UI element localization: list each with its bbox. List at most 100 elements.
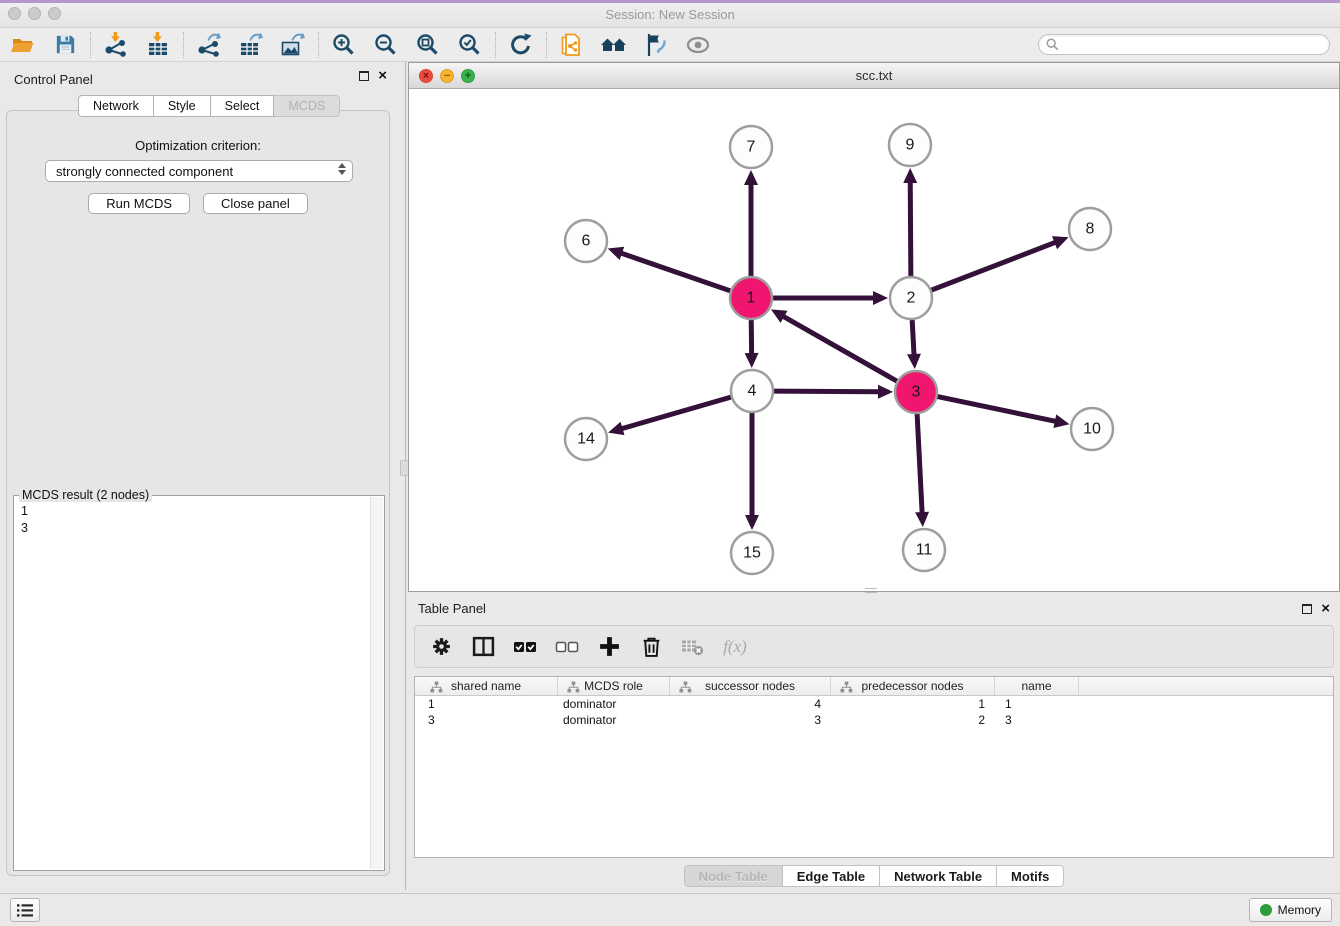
float-panel-icon[interactable] [359,71,369,81]
toolbar-separator [546,32,547,58]
style-preview-button[interactable] [635,30,677,60]
table-cell[interactable]: 3 [995,712,1079,728]
toolbar-search-field[interactable] [1038,34,1330,55]
column-header-shared-name[interactable]: shared name [415,677,558,695]
delete-table-button[interactable] [679,633,707,661]
network-window-titlebar[interactable]: × − + scc.txt [409,63,1339,89]
graph-node-7[interactable]: 7 [730,126,772,168]
tab-select[interactable]: Select [211,95,275,117]
mcds-result-scrollbar[interactable] [370,497,383,869]
column-header-name[interactable]: name [995,677,1079,695]
tab-mcds[interactable]: MCDS [274,95,340,117]
column-header-predecessor-nodes[interactable]: predecessor nodes [831,677,995,695]
table-settings-button[interactable] [427,633,455,661]
tab-style[interactable]: Style [154,95,211,117]
edge-arrowhead [907,354,921,369]
window-titlebar: Session: New Session [0,0,1340,28]
graph-edge-3-10[interactable] [938,397,1070,429]
deselect-all-columns-button[interactable] [553,633,581,661]
graph-edge-4-15[interactable] [745,413,759,530]
tab-network-table[interactable]: Network Table [880,865,997,887]
zoom-fit-button[interactable] [407,30,449,60]
graph-edge-2-9[interactable] [903,168,917,276]
graph-node-4[interactable]: 4 [731,370,773,412]
save-session-button[interactable] [44,30,86,60]
split-view-button[interactable] [469,633,497,661]
graph-node-10[interactable]: 10 [1071,408,1113,450]
table-cell[interactable]: 2 [831,712,995,728]
import-network-button[interactable] [95,30,137,60]
memory-button[interactable]: Memory [1249,898,1332,922]
table-cell[interactable]: 3 [415,712,558,728]
frame-resize-handle[interactable] [865,588,877,593]
graph-edge-1-6[interactable] [608,247,730,291]
open-session-button[interactable] [2,30,44,60]
control-panel: Control Panel × NetworkStyleSelectMCDS O… [0,62,397,878]
edge-arrowhead [608,422,624,435]
graph-node-11[interactable]: 11 [903,529,945,571]
delete-column-button[interactable] [637,633,665,661]
select-all-columns-button[interactable] [511,633,539,661]
graph-edge-2-8[interactable] [932,236,1069,290]
zoom-out-button[interactable] [365,30,407,60]
tab-motifs[interactable]: Motifs [997,865,1064,887]
table-cell[interactable]: 1 [415,696,558,712]
import-table-icon [145,32,171,58]
graph-node-14[interactable]: 14 [565,418,607,460]
memory-status-dot [1260,904,1272,916]
graph-node-6[interactable]: 6 [565,220,607,262]
table-cell[interactable]: 3 [670,712,831,728]
tab-node-table[interactable]: Node Table [684,865,783,887]
criterion-dropdown[interactable]: strongly connected component [45,160,353,182]
task-history-button[interactable] [10,898,40,922]
apply-layout-button[interactable] [500,30,542,60]
table-cell[interactable]: 1 [995,696,1079,712]
table-cell[interactable]: dominator [558,712,670,728]
graph-edge-1-2[interactable] [773,291,888,305]
graph-node-2[interactable]: 2 [890,277,932,319]
node-label: 3 [912,384,921,401]
edge-arrowhead [1053,414,1069,428]
graph-edge-3-1[interactable] [771,309,897,381]
graph-edge-1-7[interactable] [744,170,758,276]
close-table-panel-icon[interactable]: × [1321,604,1330,614]
table-cell[interactable]: 4 [670,696,831,712]
graph-node-9[interactable]: 9 [889,124,931,166]
column-header-MCDS-role[interactable]: MCDS role [558,677,670,695]
graph-node-8[interactable]: 8 [1069,208,1111,250]
export-network-button[interactable] [188,30,230,60]
graph-edge-4-14[interactable] [608,397,731,435]
export-table-button[interactable] [230,30,272,60]
table-cell[interactable]: 1 [831,696,995,712]
table-row[interactable]: 3dominator323 [415,712,1333,728]
graph-edge-1-4[interactable] [745,320,759,368]
show-hide-button[interactable] [677,30,719,60]
float-table-panel-icon[interactable] [1302,604,1312,614]
home-button[interactable] [593,30,635,60]
network-canvas[interactable]: 7 9 6 8 1 2 4 3 14 10 15 11 [409,89,1339,591]
table-row[interactable]: 1dominator411 [415,696,1333,712]
search-input[interactable] [1059,36,1329,53]
table-cell[interactable]: dominator [558,696,670,712]
function-builder-button[interactable]: f(x) [721,633,749,661]
import-table-button[interactable] [137,30,179,60]
close-panel-button[interactable]: Close panel [203,193,308,214]
zoom-selected-button[interactable] [449,30,491,60]
graph-edge-2-3[interactable] [907,320,921,369]
network-file-button[interactable] [551,30,593,60]
graph-edge-3-11[interactable] [915,414,929,527]
graph-node-1[interactable]: 1 [730,277,772,319]
graph-node-3[interactable]: 3 [895,371,937,413]
tab-network[interactable]: Network [78,95,154,117]
node-label: 4 [748,383,757,400]
tab-edge-table[interactable]: Edge Table [783,865,880,887]
graph-edge-4-3[interactable] [774,385,893,399]
close-panel-icon[interactable]: × [378,71,387,81]
zoom-in-button[interactable] [323,30,365,60]
graph-node-15[interactable]: 15 [731,532,773,574]
column-header-successor-nodes[interactable]: successor nodes [670,677,831,695]
add-column-button[interactable] [595,633,623,661]
run-mcds-button[interactable]: Run MCDS [88,193,190,214]
export-image-button[interactable] [272,30,314,60]
mcds-result-lines[interactable]: 1 3 [21,503,28,537]
